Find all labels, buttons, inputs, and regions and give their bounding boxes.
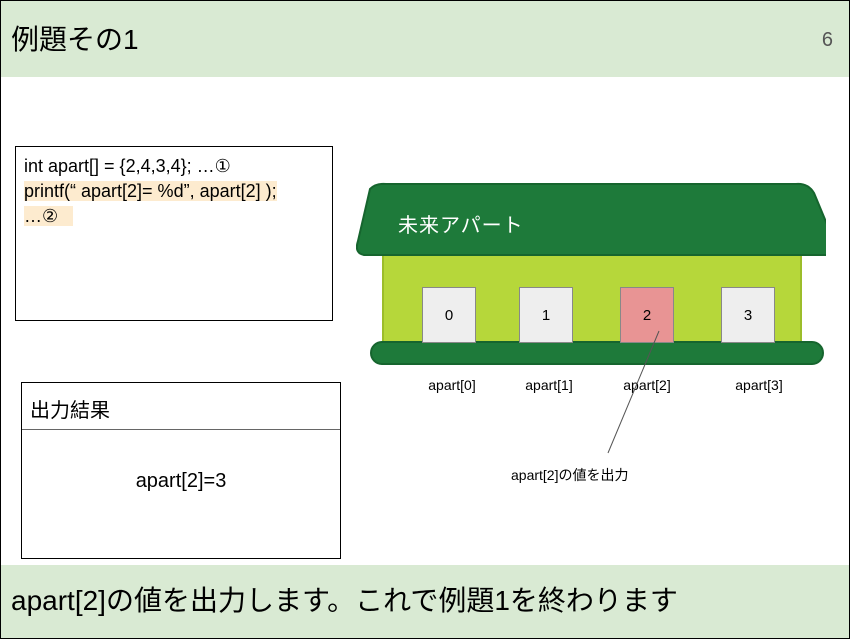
pointer-line [607,330,660,454]
slide: 例題その1 6 int apart[] = {2,4,3,4}; …① prin… [0,0,850,639]
caption-text: apart[2]の値を出力します。これで例題1を終わります [11,585,678,616]
caption-bar: apart[2]の値を出力します。これで例題1を終わります [1,565,849,638]
annotation-text: apart[2]の値を出力 [511,467,629,483]
